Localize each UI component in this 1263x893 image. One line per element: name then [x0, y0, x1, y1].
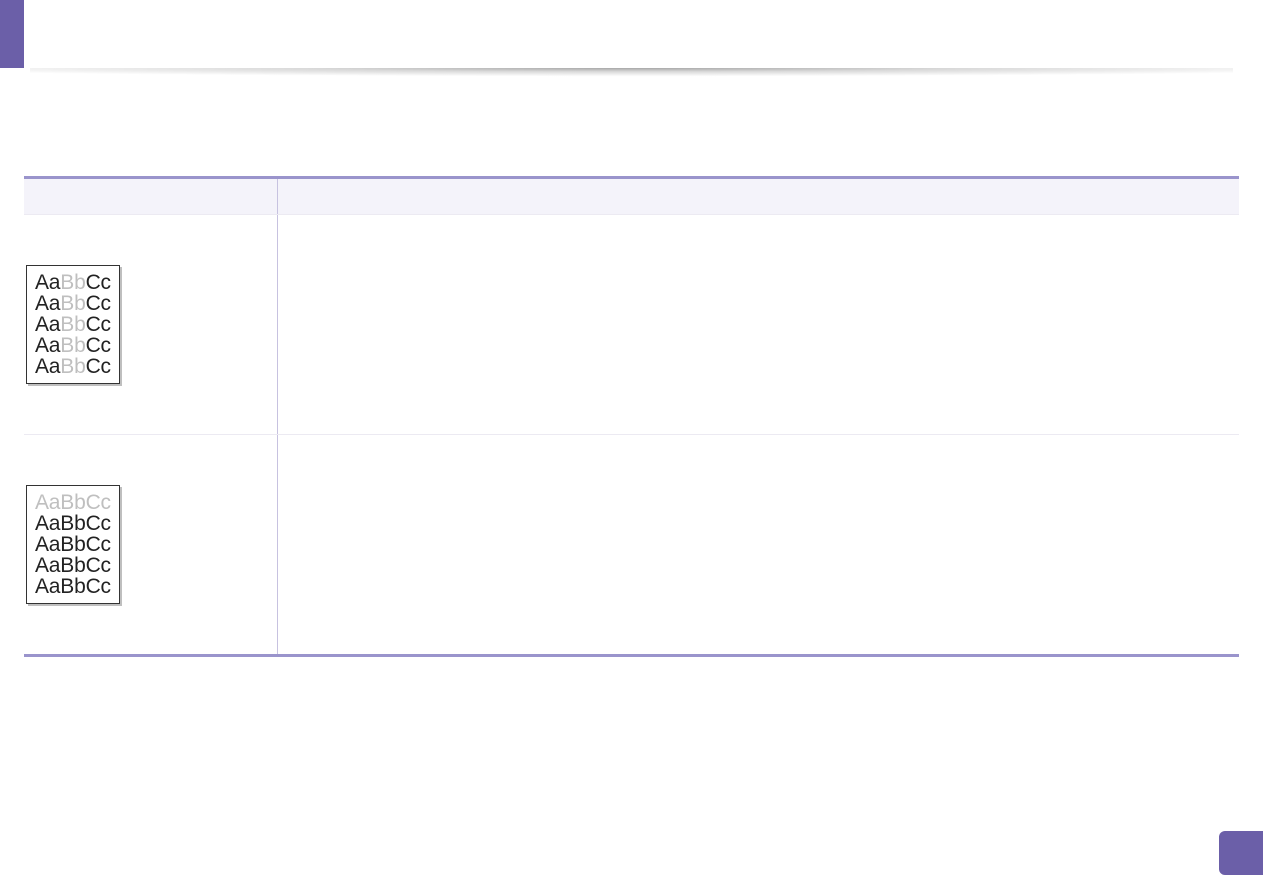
font-sample-segment: Cc — [86, 355, 111, 378]
font-sample-segment: AaBbCc — [35, 491, 111, 514]
font-sample-segment: Cc — [86, 292, 111, 315]
table-header-row — [24, 179, 1239, 215]
font-sample-line: AaBbCc — [35, 335, 111, 356]
font-sample-segment: Aa — [35, 334, 60, 357]
font-sample-segment: Aa — [35, 271, 60, 294]
font-sample-segment: Bb — [60, 313, 85, 336]
table-row: AaBbCcAaBbCcAaBbCcAaBbCcAaBbCc — [24, 215, 1239, 435]
font-sample-line: AaBbCc — [35, 555, 111, 576]
description-cell — [278, 435, 1239, 654]
sample-cell: AaBbCcAaBbCcAaBbCcAaBbCcAaBbCc — [24, 435, 278, 654]
sample-table: AaBbCcAaBbCcAaBbCcAaBbCcAaBbCcAaBbCcAaBb… — [24, 176, 1239, 657]
font-sample-line: AaBbCc — [35, 534, 111, 555]
font-sample-segment: Cc — [86, 271, 111, 294]
font-sample-segment: Cc — [86, 334, 111, 357]
font-sample-line: AaBbCc — [35, 272, 111, 293]
font-sample-segment: AaBbCc — [35, 512, 111, 535]
font-sample-line: AaBbCc — [35, 314, 111, 335]
table-row: AaBbCcAaBbCcAaBbCcAaBbCcAaBbCc — [24, 435, 1239, 654]
font-sample-line: AaBbCc — [35, 293, 111, 314]
font-sample-segment: Bb — [60, 355, 85, 378]
header-shadow — [30, 68, 1233, 80]
description-cell — [278, 215, 1239, 434]
accent-bar — [0, 0, 24, 68]
header-col-left — [24, 179, 278, 214]
font-sample-line: AaBbCc — [35, 513, 111, 534]
font-sample-segment: Bb — [60, 292, 85, 315]
font-sample-segment: Bb — [60, 271, 85, 294]
font-sample-segment: Bb — [60, 334, 85, 357]
font-sample-card: AaBbCcAaBbCcAaBbCcAaBbCcAaBbCc — [26, 265, 120, 384]
font-sample-segment: Aa — [35, 292, 60, 315]
font-sample-segment: Aa — [35, 313, 60, 336]
floating-action-button[interactable] — [1219, 831, 1263, 875]
content-area: AaBbCcAaBbCcAaBbCcAaBbCcAaBbCcAaBbCcAaBb… — [24, 176, 1239, 657]
font-sample-segment: AaBbCc — [35, 575, 111, 598]
header-col-right — [278, 179, 1239, 214]
font-sample-segment: AaBbCc — [35, 554, 111, 577]
font-sample-line: AaBbCc — [35, 356, 111, 377]
font-sample-segment: Cc — [86, 313, 111, 336]
font-sample-segment: Aa — [35, 355, 60, 378]
font-sample-line: AaBbCc — [35, 576, 111, 597]
font-sample-segment: AaBbCc — [35, 533, 111, 556]
font-sample-line: AaBbCc — [35, 492, 111, 513]
font-sample-card: AaBbCcAaBbCcAaBbCcAaBbCcAaBbCc — [26, 485, 120, 604]
sample-cell: AaBbCcAaBbCcAaBbCcAaBbCcAaBbCc — [24, 215, 278, 434]
